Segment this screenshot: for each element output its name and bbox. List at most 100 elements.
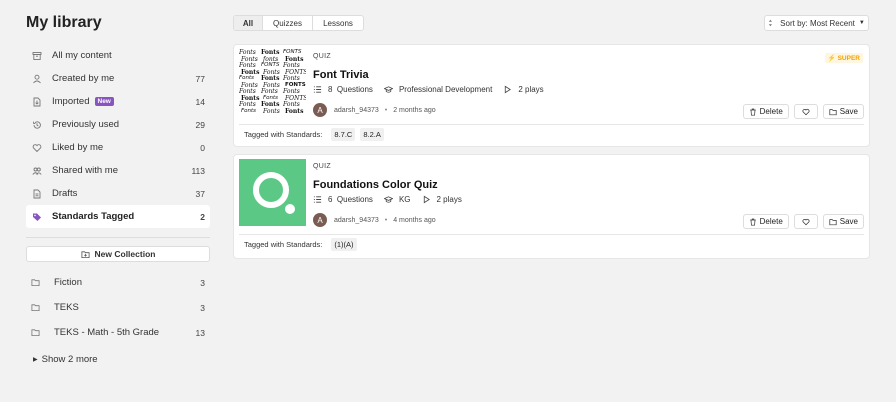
sort-dropdown[interactable]: Sort by: Most Recent ▼ bbox=[764, 15, 869, 31]
thumbnail-word: Fonts bbox=[239, 75, 255, 81]
history-icon bbox=[31, 119, 43, 131]
quiz-meta: 6 Questions KG 2 plays bbox=[313, 195, 462, 204]
folder-count: 13 bbox=[195, 327, 205, 338]
save-label: Save bbox=[839, 107, 858, 116]
fonts-collage-image: Fonts Fonts FONTS Fonts fonts Fonts Fonts FONTS… bbox=[239, 49, 306, 116]
caret-down-icon: ▼ bbox=[858, 20, 865, 26]
quiz-title[interactable]: Font Trivia bbox=[313, 69, 369, 81]
grade-level: KG bbox=[398, 195, 411, 204]
card-divider bbox=[239, 124, 864, 125]
sort-label: Sort by: Most Recent bbox=[780, 18, 855, 28]
questions-label: Questions bbox=[336, 195, 373, 204]
folder-icon bbox=[829, 108, 837, 115]
nav-item-drafts[interactable]: Drafts 37 bbox=[26, 182, 210, 205]
nav-item-previously-used[interactable]: Previously used 29 bbox=[26, 113, 210, 136]
thumbnail-word: Fonts bbox=[263, 94, 279, 101]
nav-item-all-content[interactable]: All my content bbox=[26, 44, 210, 67]
heart-icon bbox=[802, 108, 810, 115]
new-collection-button[interactable]: New Collection bbox=[26, 246, 210, 262]
card-divider bbox=[239, 234, 864, 235]
nav-item-shared-with-me[interactable]: Shared with me 113 bbox=[26, 159, 210, 182]
nav-label: Standards Tagged bbox=[52, 211, 135, 222]
save-button[interactable]: Save bbox=[822, 214, 864, 229]
list-icon bbox=[313, 86, 322, 93]
nav-count: 2 bbox=[200, 211, 205, 222]
show-more-folders-button[interactable]: ▶ Show 2 more bbox=[33, 354, 98, 365]
nav-count: 77 bbox=[195, 73, 205, 84]
tags-icon bbox=[31, 211, 43, 223]
quiz-thumbnail bbox=[239, 159, 306, 226]
folder-label: TEKS - Math - 5th Grade bbox=[54, 327, 160, 338]
delete-button[interactable]: Delete bbox=[742, 104, 789, 119]
standard-tag[interactable]: (1)(A) bbox=[331, 238, 357, 251]
nav-label: Liked by me bbox=[52, 142, 104, 153]
user-icon bbox=[31, 73, 43, 85]
nav-label: All my content bbox=[52, 50, 112, 61]
nav-count: 14 bbox=[195, 96, 205, 107]
thumbnail-word: Fonts bbox=[241, 107, 257, 114]
timestamp: 4 months ago bbox=[393, 216, 436, 224]
nav-count: 29 bbox=[195, 119, 205, 130]
dot-separator: • bbox=[384, 216, 388, 224]
super-badge: ⚡ SUPER bbox=[824, 53, 863, 63]
quiz-card[interactable]: Fonts Fonts FONTS Fonts fonts Fonts Fonts FONTS… bbox=[233, 44, 870, 147]
import-icon bbox=[31, 96, 43, 108]
save-button[interactable]: Save bbox=[822, 104, 864, 119]
quiz-meta: 8 Questions Professional Development 2 p… bbox=[313, 85, 544, 94]
trash-icon bbox=[749, 108, 756, 116]
tab-all[interactable]: All bbox=[234, 16, 263, 30]
nav-count: 0 bbox=[200, 142, 205, 153]
thumbnail-word: Fonts bbox=[263, 107, 280, 115]
timestamp: 2 months ago bbox=[393, 106, 436, 114]
content-filter-tabs: All Quizzes Lessons bbox=[233, 15, 364, 31]
tab-lessons[interactable]: Lessons bbox=[313, 16, 363, 30]
heart-icon bbox=[31, 142, 43, 154]
graduation-cap-icon bbox=[383, 86, 393, 93]
delete-label: Delete bbox=[759, 107, 783, 116]
nav-item-liked-by-me[interactable]: Liked by me 0 bbox=[26, 136, 210, 159]
nav-item-standards-tagged[interactable]: Standards Tagged 2 bbox=[26, 205, 210, 228]
folder-count: 3 bbox=[200, 277, 205, 288]
folder-label: Fiction bbox=[54, 277, 82, 288]
divider bbox=[26, 237, 210, 238]
standard-tag[interactable]: 8.7.C bbox=[331, 128, 356, 141]
show-more-label: Show 2 more bbox=[41, 354, 98, 365]
caret-right-icon: ▶ bbox=[33, 357, 38, 363]
folder-list: Fiction 3 TEKS 3 TEKS - Math - 5th Grade… bbox=[26, 270, 210, 345]
play-icon bbox=[505, 85, 512, 94]
author-name[interactable]: adarsh_94373 bbox=[334, 107, 379, 114]
document-icon bbox=[31, 188, 43, 200]
folder-item-teks-math[interactable]: TEKS - Math - 5th Grade 13 bbox=[26, 320, 210, 345]
content-type: QUIZ bbox=[313, 53, 331, 60]
thumbnail-word: FONTS bbox=[283, 49, 302, 55]
questions-label: Questions bbox=[336, 85, 373, 94]
like-button[interactable] bbox=[793, 104, 818, 119]
users-icon bbox=[31, 165, 43, 177]
standard-tag[interactable]: 8.2.A bbox=[360, 128, 384, 141]
delete-button[interactable]: Delete bbox=[742, 214, 789, 229]
thumbnail-word: FONTS bbox=[285, 81, 306, 88]
like-button[interactable] bbox=[793, 214, 818, 229]
nav-item-imported[interactable]: Imported New 14 bbox=[26, 90, 210, 113]
folder-icon bbox=[31, 278, 43, 287]
library-nav: All my content Created by me 77 Imported… bbox=[26, 44, 210, 228]
avatar: A bbox=[313, 103, 327, 117]
quiz-card[interactable]: QUIZ Foundations Color Quiz 6 Questions … bbox=[233, 154, 870, 259]
author-name[interactable]: adarsh_94373 bbox=[334, 217, 379, 224]
grade-level: Professional Development bbox=[398, 85, 493, 94]
nav-label: Created by me bbox=[52, 73, 115, 84]
folder-item-teks[interactable]: TEKS 3 bbox=[26, 295, 210, 320]
tab-quizzes[interactable]: Quizzes bbox=[263, 16, 313, 30]
question-count: 6 bbox=[328, 195, 333, 204]
nav-item-created-by-me[interactable]: Created by me 77 bbox=[26, 67, 210, 90]
new-collection-label: New Collection bbox=[94, 249, 156, 259]
quiz-title[interactable]: Foundations Color Quiz bbox=[313, 179, 438, 191]
author-info: A adarsh_94373 • 4 months ago bbox=[313, 213, 436, 227]
folder-item-fiction[interactable]: Fiction 3 bbox=[26, 270, 210, 295]
play-icon bbox=[423, 195, 430, 204]
tagged-label: Tagged with Standards: bbox=[244, 240, 323, 249]
sort-icon bbox=[768, 19, 773, 27]
super-label: SUPER bbox=[837, 55, 860, 62]
delete-label: Delete bbox=[759, 217, 783, 226]
nav-count: 113 bbox=[191, 165, 205, 176]
